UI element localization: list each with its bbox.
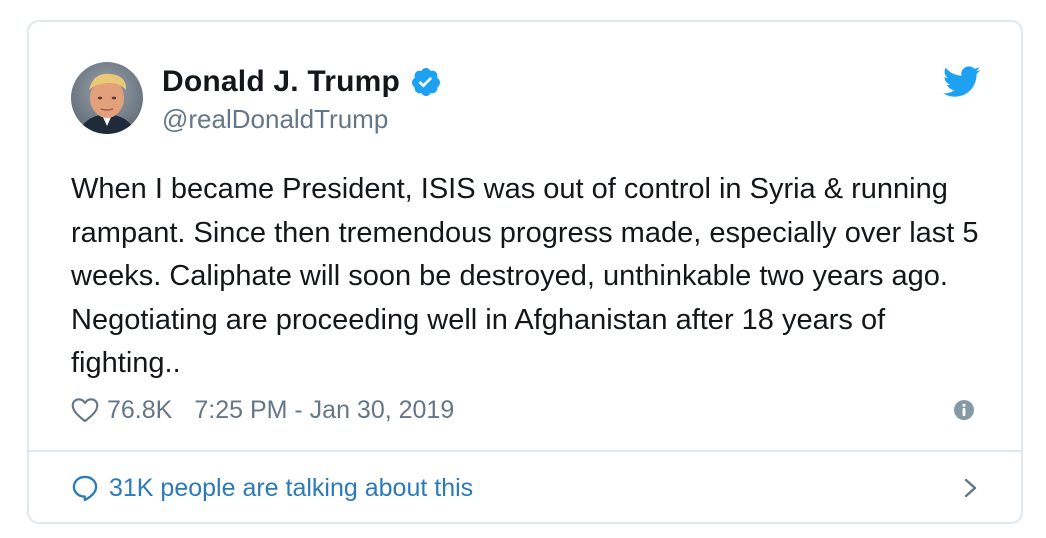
author-name-row[interactable]: Donald J. Trump <box>162 62 442 102</box>
verified-badge-icon <box>410 66 442 98</box>
tweet-card[interactable]: Donald J. Trump @realDonaldTrump When I … <box>27 20 1023 524</box>
info-icon[interactable] <box>953 399 975 421</box>
speech-bubble-icon <box>71 474 99 502</box>
display-name[interactable]: Donald J. Trump <box>162 65 400 99</box>
conversation-link[interactable]: 31K people are talking about this <box>71 468 981 508</box>
tweet-meta: 76.8K 7:25 PM - Jan 30, 2019 <box>71 392 454 428</box>
heart-icon[interactable] <box>71 397 99 423</box>
twitter-bird-icon[interactable] <box>943 66 981 98</box>
avatar[interactable] <box>71 62 143 134</box>
tweet-text: When I became President, ISIS was out of… <box>71 173 979 379</box>
conversation-label[interactable]: 31K people are talking about this <box>109 474 473 503</box>
user-handle[interactable]: @realDonaldTrump <box>162 104 388 135</box>
chevron-right-icon[interactable] <box>961 474 981 502</box>
like-count[interactable]: 76.8K <box>107 396 172 425</box>
timestamp[interactable]: 7:25 PM - Jan 30, 2019 <box>194 396 454 425</box>
divider <box>29 450 1021 452</box>
